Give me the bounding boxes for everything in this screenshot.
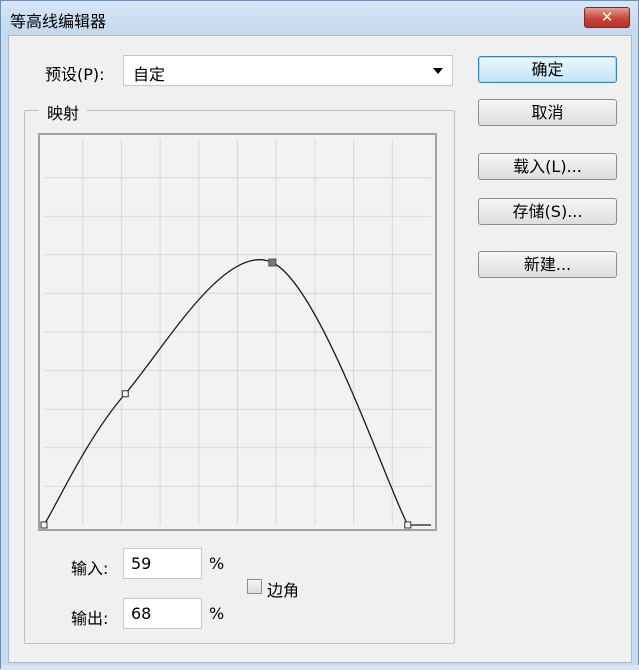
selected-control-point[interactable]: [268, 258, 277, 267]
contour-editor-dialog: 等高线编辑器 ✕ 预设(P): 自定 映射 输入: 59 % 输出: 68 % …: [0, 0, 639, 670]
load-button[interactable]: 载入(L)...: [478, 153, 617, 180]
window-title: 等高线编辑器: [10, 12, 107, 31]
control-point[interactable]: [40, 521, 48, 529]
ok-button[interactable]: 确定: [478, 56, 617, 83]
input-field[interactable]: 59: [123, 548, 202, 579]
window-bottom-edge: [1, 665, 639, 670]
close-icon: ✕: [600, 8, 614, 26]
preset-dropdown[interactable]: 自定: [123, 55, 453, 86]
output-percent: %: [209, 604, 225, 623]
close-button[interactable]: ✕: [584, 7, 630, 28]
mapping-group-label: 映射: [39, 100, 88, 124]
input-percent: %: [209, 554, 225, 573]
curve-graph[interactable]: [38, 133, 437, 531]
control-point[interactable]: [404, 521, 412, 529]
save-button[interactable]: 存储(S)...: [478, 198, 617, 225]
output-field[interactable]: 68: [123, 598, 202, 629]
preset-value: 自定: [133, 65, 166, 84]
curve-canvas[interactable]: [40, 135, 435, 529]
input-label: 输入:: [71, 559, 109, 578]
preset-label: 预设(P):: [45, 65, 105, 84]
control-point[interactable]: [121, 390, 129, 398]
output-label: 输出:: [71, 609, 109, 628]
title-bar[interactable]: 等高线编辑器 ✕: [1, 1, 638, 34]
new-button[interactable]: 新建...: [478, 251, 617, 278]
dialog-body: 预设(P): 自定 映射 输入: 59 % 输出: 68 % 边角 确定 取消 …: [8, 35, 632, 663]
dropdown-arrow-icon: [433, 68, 443, 74]
cancel-button[interactable]: 取消: [478, 99, 617, 126]
corner-checkbox[interactable]: [247, 579, 262, 594]
corner-label[interactable]: 边角: [267, 577, 299, 601]
